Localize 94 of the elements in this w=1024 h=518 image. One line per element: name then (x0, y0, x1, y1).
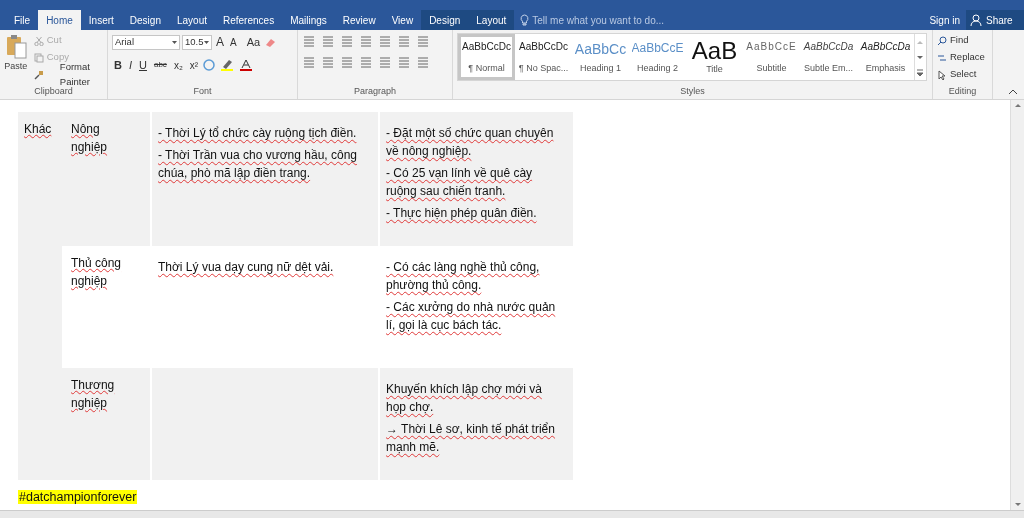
sign-in-link[interactable]: Sign in (923, 10, 966, 30)
hashtag-text: #datchampionforever (18, 490, 138, 504)
ribbon-tab[interactable]: Insert (80, 10, 122, 30)
style-gallery-item[interactable]: AaBbCcDa Subtle Em... (800, 34, 857, 80)
change-case-button[interactable]: Aa (244, 33, 263, 51)
group-label: Styles (679, 85, 706, 98)
cursor-arrow-icon (937, 69, 947, 80)
dropdown-arrow-icon (172, 40, 177, 44)
cell-text: - Có các làng nghề thủ công, phường thủ công. (386, 259, 541, 294)
style-gallery-item[interactable]: AaBbCcDc ¶ Normal (458, 34, 515, 80)
group-label: Font (192, 85, 213, 98)
cell-text: - Có 25 vạn lính về quê cày ruộng sau chiến tranh. (386, 165, 534, 200)
cell-text: - Thời Trần vua cho vương hầu, công chúa, phò mã lập điền trang. (158, 147, 358, 182)
style-gallery-item[interactable]: AaBbCcE Subtitle (743, 34, 800, 80)
replace-button[interactable]: Replace (937, 50, 985, 65)
style-preview: AaBbCcDa (803, 40, 854, 54)
scroll-down-arrow-icon[interactable] (1013, 502, 1022, 508)
cell-text: Khuyến khích lập chợ mới và họp chợ. (386, 381, 543, 416)
collapse-ribbon-icon[interactable] (1008, 89, 1018, 95)
bold-button[interactable]: B (112, 57, 124, 74)
font-name-dropdown[interactable]: Arial (112, 34, 180, 50)
style-label: Heading 2 (636, 61, 678, 75)
style-preview: AaBbCcDa (860, 40, 911, 54)
scroll-up-arrow-icon[interactable] (1013, 102, 1022, 108)
font-color-icon[interactable] (239, 59, 254, 72)
style-gallery-item[interactable]: AaBbCc Heading 1 (572, 34, 629, 80)
group-label: Clipboard (33, 85, 74, 98)
ribbon-tab[interactable]: Mailings (282, 10, 335, 30)
style-preview: AaBbCcDc (462, 40, 511, 54)
ribbon-tab[interactable]: File (6, 10, 39, 30)
person-icon (970, 13, 983, 27)
ribbon-tab[interactable]: Layout (468, 10, 515, 30)
italic-button[interactable]: I (126, 57, 134, 74)
style-label: Heading 1 (579, 61, 621, 75)
style-preview: AaBbCcE (632, 40, 683, 57)
justify-icon[interactable] (359, 56, 373, 69)
clipboard-icon (4, 33, 27, 59)
cell-text: Thủ công nghiệp (71, 256, 122, 288)
eraser-icon[interactable] (264, 36, 277, 48)
cell-text: - Đặt một số chức quan chuyên về nông nghiệp. (386, 125, 555, 160)
ribbon-tab[interactable]: Design (421, 10, 469, 30)
font-size-value: 10.5 (185, 34, 204, 49)
style-preview: AaBbCc (575, 40, 626, 59)
style-label: Emphasis (865, 61, 906, 75)
share-label: Share (986, 13, 1013, 28)
style-preview: AaBbCcE (746, 40, 797, 54)
font-name-value: Arial (115, 34, 134, 49)
cell-text: - Thực hiện phép quân điền. (386, 205, 538, 222)
copy-icon (33, 52, 44, 63)
style-label: ¶ Normal (468, 61, 505, 75)
subscript-button[interactable]: x₂ (171, 57, 185, 73)
style-gallery-item[interactable]: AaBbCcE Heading 2 (629, 34, 686, 80)
style-gallery-item[interactable]: AaBbCcDa Emphasis (857, 34, 914, 80)
style-label: Subtitle (756, 61, 787, 75)
cell-text: Thương nghiệp (71, 378, 115, 410)
tell-me-search[interactable]: Tell me what you want to do... (532, 12, 665, 28)
share-button[interactable]: Share (966, 10, 1024, 30)
vertical-scrollbar[interactable] (1010, 100, 1024, 510)
superscript-button[interactable]: x² (187, 57, 201, 73)
paintbrush-icon (33, 69, 44, 80)
cell-text: → Thời Lê sơ, kinh tế phát triển mạnh mẽ. (386, 421, 556, 456)
cell-text: Khác (24, 122, 52, 136)
style-label: Title (706, 63, 723, 76)
style-gallery-item[interactable]: AaB Title (686, 34, 743, 80)
select-button[interactable]: Select (937, 67, 985, 82)
style-gallery-item[interactable]: AaBbCcDc ¶ No Spac... (515, 34, 572, 80)
ribbon-tab[interactable]: Home (38, 10, 81, 30)
font-size-dropdown[interactable]: 10.5 (182, 34, 212, 50)
ribbon-tab[interactable]: View (383, 10, 422, 30)
cell-text: Thời Lý vua dạy cung nữ dệt vải. (158, 259, 335, 276)
scissors-icon (33, 35, 44, 46)
grow-font-button[interactable]: A (214, 33, 226, 51)
cell-text: - Thời Lý tổ chức cày ruộng tịch điền. (158, 125, 358, 142)
shrink-font-button[interactable]: A (228, 34, 239, 50)
cell-text: Nông nghiệp (71, 122, 108, 154)
group-label: Editing (947, 85, 978, 98)
ribbon-tab[interactable]: Layout (168, 10, 215, 30)
cell-text: - Các xưởng do nhà nước quản lí, gọi là cục bách tác. (386, 299, 557, 334)
paste-button[interactable]: Paste (4, 33, 28, 85)
dropdown-arrow-icon (204, 40, 209, 44)
find-button[interactable]: Find (937, 33, 985, 48)
lightbulb-icon (520, 14, 530, 26)
strikethrough-button[interactable]: abc (151, 59, 169, 72)
style-preview: AaB (691, 39, 738, 63)
search-icon (937, 35, 947, 46)
align-left-icon[interactable] (302, 56, 316, 69)
style-preview: AaBbCcDc (519, 40, 568, 54)
ribbon-tab[interactable]: References (215, 10, 283, 30)
group-label: Paragraph (353, 85, 397, 98)
style-label: ¶ No Spac... (518, 61, 569, 75)
ribbon-tab[interactable]: Review (334, 10, 384, 30)
underline-button[interactable]: U (137, 57, 149, 74)
ribbon-tab[interactable]: Design (121, 10, 169, 30)
style-label: Subtle Em... (804, 61, 853, 75)
